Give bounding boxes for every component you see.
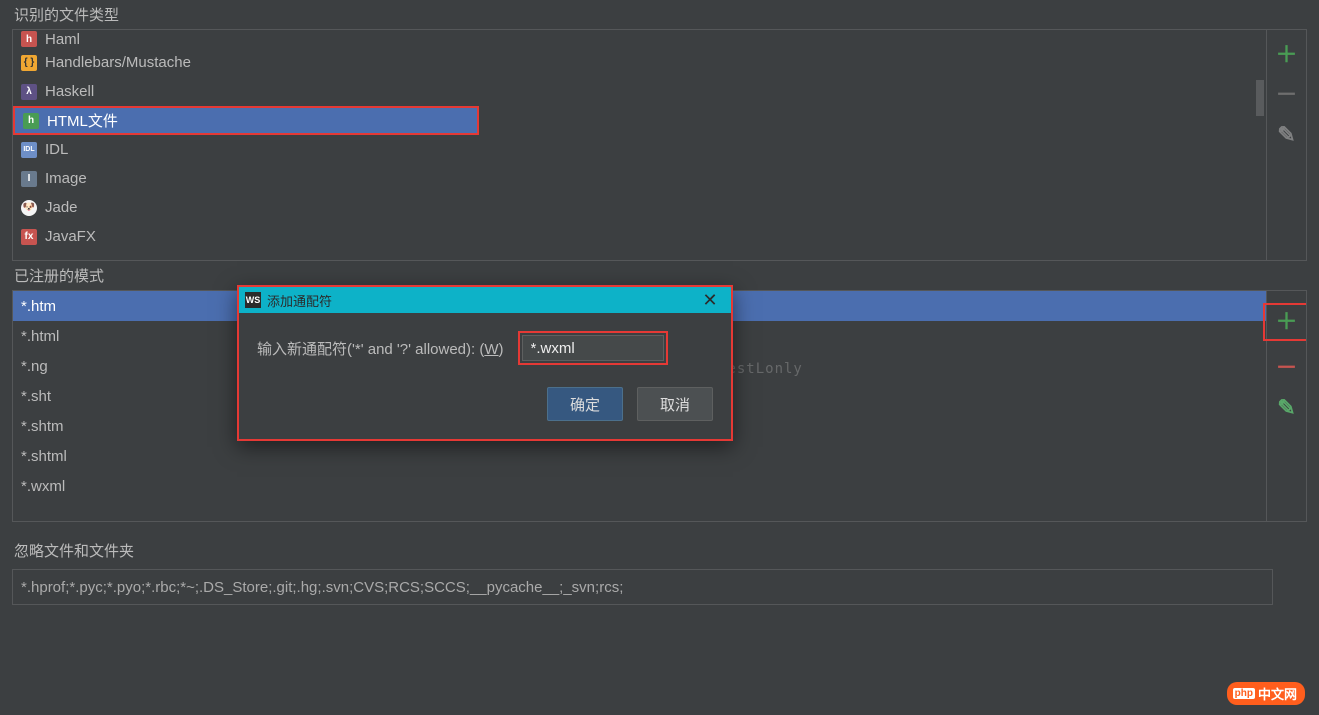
pattern-label: *.htm [21,298,56,315]
dialog-input-highlight [518,331,668,365]
image-icon: I [21,171,37,187]
pattern-label: *.html [21,328,59,345]
file-type-label: HTML文件 [47,110,118,131]
patterns-toolbar: ＋ － ✎ [1266,291,1306,521]
scrollbar-thumb[interactable] [1256,80,1264,116]
file-types-scrollbar[interactable] [1254,30,1266,260]
footer-brand-logo: php 中文网 [1227,682,1305,705]
pattern-label: *.shtml [21,448,67,465]
file-type-row[interactable]: h Haml [13,30,1254,48]
file-type-row[interactable]: 🐶 Jade [13,193,1254,222]
file-type-row[interactable]: I Image [13,164,1254,193]
dialog-prompt-label: 输入新通配符('*' and '?' allowed): (W) [257,338,504,359]
file-type-row[interactable]: λ Haskell [13,77,1254,106]
pattern-label: *.sht [21,388,51,405]
pattern-row[interactable]: *.shtml [13,441,1266,471]
add-file-type-button[interactable]: ＋ [1274,42,1300,68]
edit-pattern-button[interactable]: ✎ [1274,395,1300,421]
file-types-toolbar: ＋ － ✎ [1266,30,1306,260]
idl-icon: IDL [21,142,37,158]
pattern-label: *.ng [21,358,48,375]
file-type-label: Jade [45,199,78,216]
pattern-label: *.wxml [21,478,65,495]
file-type-row-selected[interactable]: h HTML文件 [13,106,479,135]
dialog-close-button[interactable]: ✕ [695,290,725,311]
remove-file-type-button[interactable]: － [1274,82,1300,108]
file-type-label: Haskell [45,83,94,100]
app-logo-icon: WS [245,292,261,308]
javafx-icon: fx [21,229,37,245]
dialog-title-text: 添加通配符 [267,291,332,310]
recognized-types-label: 识别的文件类型 [0,0,1319,29]
file-type-label: IDL [45,141,68,158]
haml-icon: h [21,31,37,47]
jade-icon: 🐶 [21,200,37,216]
dialog-cancel-button[interactable]: 取消 [637,387,713,421]
remove-pattern-button[interactable]: － [1274,355,1300,381]
file-types-panel: h Haml { } Handlebars/Mustache λ Haskell… [12,29,1307,261]
pattern-row[interactable]: *.wxml [13,471,1266,501]
handlebars-icon: { } [21,55,37,71]
file-type-label: JavaFX [45,228,96,245]
file-type-label: Image [45,170,87,187]
html-icon: h [23,113,39,129]
wildcard-input[interactable] [522,335,664,361]
file-type-row[interactable]: fx JavaFX [13,222,1254,251]
edit-file-type-button[interactable]: ✎ [1274,122,1300,148]
pattern-label: *.shtm [21,418,64,435]
footer-brand-text: 中文网 [1258,684,1297,703]
ignore-files-input[interactable]: *.hprof;*.pyc;*.pyo;*.rbc;*~;.DS_Store;.… [12,569,1273,605]
file-type-row[interactable]: { } Handlebars/Mustache [13,48,1254,77]
file-type-row[interactable]: IDL IDL [13,135,1254,164]
ignore-files-value: *.hprof;*.pyc;*.pyo;*.rbc;*~;.DS_Store;.… [21,579,623,596]
add-wildcard-dialog: WS 添加通配符 ✕ 输入新通配符('*' and '?' allowed): … [237,285,733,441]
ignore-files-label: 忽略文件和文件夹 [0,536,1319,565]
haskell-icon: λ [21,84,37,100]
dialog-titlebar[interactable]: WS 添加通配符 ✕ [239,287,731,313]
footer-brand-icon: php [1233,688,1255,699]
file-types-list[interactable]: h Haml { } Handlebars/Mustache λ Haskell… [13,30,1254,260]
add-pattern-button[interactable]: ＋ [1263,303,1308,341]
dialog-ok-button[interactable]: 确定 [547,387,623,421]
file-type-label: Haml [45,31,80,48]
file-type-label: Handlebars/Mustache [45,54,191,71]
